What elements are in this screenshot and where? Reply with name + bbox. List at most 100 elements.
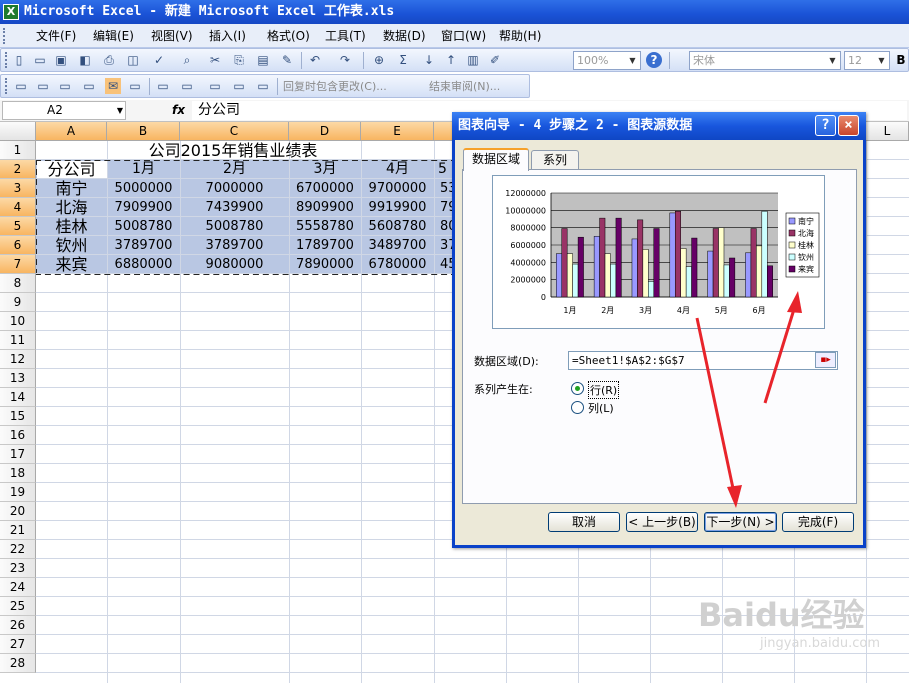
review-icon-8[interactable]: ▭ [179, 78, 195, 94]
spelling-icon[interactable]: ✓ [151, 52, 167, 68]
review-icon-6[interactable]: ▭ [127, 78, 143, 94]
row-header[interactable]: 19 [0, 483, 36, 502]
column-header-a[interactable]: A [36, 122, 107, 141]
sort-descending-icon[interactable]: ↑ [443, 52, 459, 68]
select-all-corner[interactable] [0, 122, 36, 141]
window-title-bar[interactable]: X Microsoft Excel - 新建 Microsoft Excel 工… [0, 0, 909, 24]
autosum-icon[interactable]: Σ [395, 52, 411, 68]
row-header[interactable]: 13 [0, 369, 36, 388]
row-header[interactable]: 11 [0, 331, 36, 350]
reply-with-changes-button[interactable]: 回复时包含更改(C)... [283, 79, 387, 95]
cut-icon[interactable]: ✂ [207, 52, 223, 68]
collapse-dialog-icon[interactable]: ▪▸ [815, 352, 836, 368]
menu-insert[interactable]: 插入(I) [209, 28, 246, 44]
permission-icon[interactable]: ◧ [77, 52, 93, 68]
tab-data-range[interactable]: 数据区域 [463, 148, 529, 171]
tab-series[interactable]: 系列 [531, 150, 579, 171]
copy-icon[interactable]: ⎘ [231, 52, 247, 68]
row-header[interactable]: 15 [0, 407, 36, 426]
menu-view[interactable]: 视图(V) [151, 28, 193, 44]
menu-data[interactable]: 数据(D) [383, 28, 426, 44]
row-header[interactable]: 1 [0, 141, 36, 160]
undo-icon[interactable]: ↶ [307, 52, 323, 68]
format-painter-icon[interactable]: ✎ [279, 52, 295, 68]
row-header[interactable]: 21 [0, 521, 36, 540]
series-in-columns-radio[interactable] [571, 401, 584, 414]
row-header[interactable]: 25 [0, 597, 36, 616]
row-header[interactable]: 24 [0, 578, 36, 597]
bold-button[interactable]: B [893, 52, 909, 68]
row-header[interactable]: 16 [0, 426, 36, 445]
menu-format[interactable]: 格式(O) [267, 28, 310, 44]
row-header[interactable]: 6 [0, 236, 36, 255]
research-icon[interactable]: ⌕ [179, 52, 195, 68]
chart-wizard-icon[interactable]: ▥ [465, 52, 481, 68]
row-header[interactable]: 20 [0, 502, 36, 521]
sort-ascending-icon[interactable]: ↓ [421, 52, 437, 68]
column-header-b[interactable]: B [107, 122, 180, 141]
row-header[interactable]: 22 [0, 540, 36, 559]
column-header-d[interactable]: D [289, 122, 361, 141]
track-changes-icon[interactable]: ✉ [105, 78, 121, 94]
row-header[interactable]: 26 [0, 616, 36, 635]
close-button[interactable]: × [838, 115, 859, 136]
row-header[interactable]: 17 [0, 445, 36, 464]
sheet-title-cell[interactable]: 公司2015年销售业绩表 [36, 141, 430, 160]
row-header[interactable]: 14 [0, 388, 36, 407]
end-review-button[interactable]: 结束审阅(N)... [429, 79, 500, 95]
menu-window[interactable]: 窗口(W) [441, 28, 486, 44]
finish-button[interactable]: 完成(F) [782, 512, 854, 532]
row-header[interactable]: 3 [0, 179, 36, 198]
column-header-l[interactable]: L [866, 122, 909, 141]
drawing-icon[interactable]: ✐ [487, 52, 503, 68]
series-in-rows-label[interactable]: 行(R) [588, 381, 620, 399]
row-header[interactable]: 9 [0, 293, 36, 312]
print-preview-icon[interactable]: ◫ [125, 52, 141, 68]
help-icon[interactable]: ? [646, 52, 662, 68]
review-icon-3[interactable]: ▭ [57, 78, 73, 94]
menu-edit[interactable]: 编辑(E) [93, 28, 134, 44]
review-icon-11[interactable]: ▭ [255, 78, 271, 94]
row-header[interactable]: 4 [0, 198, 36, 217]
menu-tools[interactable]: 工具(T) [325, 28, 366, 44]
row-header[interactable]: 12 [0, 350, 36, 369]
name-box[interactable]: A2 ▼ [2, 101, 126, 120]
row-header[interactable]: 5 [0, 217, 36, 236]
fx-icon[interactable]: fx [172, 103, 185, 117]
review-icon-4[interactable]: ▭ [81, 78, 97, 94]
row-header[interactable]: 28 [0, 654, 36, 673]
series-in-rows-radio[interactable] [571, 382, 584, 395]
row-header[interactable]: 27 [0, 635, 36, 654]
next-button[interactable]: 下一步(N) > [704, 512, 777, 532]
column-header-c[interactable]: C [180, 122, 289, 141]
series-in-columns-label[interactable]: 列(L) [588, 400, 614, 416]
hyperlink-icon[interactable]: ⊕ [371, 52, 387, 68]
zoom-select[interactable]: 100% ▼ [573, 51, 641, 70]
review-icon-9[interactable]: ▭ [207, 78, 223, 94]
new-file-icon[interactable]: ▯ [11, 52, 27, 68]
row-header[interactable]: 10 [0, 312, 36, 331]
review-icon-2[interactable]: ▭ [35, 78, 51, 94]
row-header[interactable]: 23 [0, 559, 36, 578]
redo-icon[interactable]: ↷ [337, 52, 353, 68]
row-header[interactable]: 7 [0, 255, 36, 274]
paste-icon[interactable]: ▤ [255, 52, 271, 68]
menu-file[interactable]: 文件(F) [36, 28, 76, 44]
menu-help[interactable]: 帮助(H) [499, 28, 541, 44]
row-header[interactable]: 18 [0, 464, 36, 483]
font-size-select[interactable]: 12 ▼ [844, 51, 890, 70]
print-icon[interactable]: ⎙ [101, 52, 117, 68]
save-icon[interactable]: ▣ [53, 52, 69, 68]
back-button[interactable]: < 上一步(B) [626, 512, 698, 532]
help-button[interactable]: ? [815, 115, 836, 136]
review-icon-7[interactable]: ▭ [155, 78, 171, 94]
data-range-input[interactable]: =Sheet1!$A$2:$G$7 [568, 351, 838, 370]
review-icon-10[interactable]: ▭ [231, 78, 247, 94]
cancel-button[interactable]: 取消 [548, 512, 620, 532]
open-icon[interactable]: ▭ [32, 52, 48, 68]
row-header[interactable]: 2 [0, 160, 36, 179]
font-select[interactable]: 宋体 ▼ [689, 51, 841, 70]
dialog-title-bar[interactable]: 图表向导 - 4 步骤之 2 - 图表源数据 ? × [452, 112, 866, 140]
row-header[interactable]: 8 [0, 274, 36, 293]
review-icon-1[interactable]: ▭ [13, 78, 29, 94]
